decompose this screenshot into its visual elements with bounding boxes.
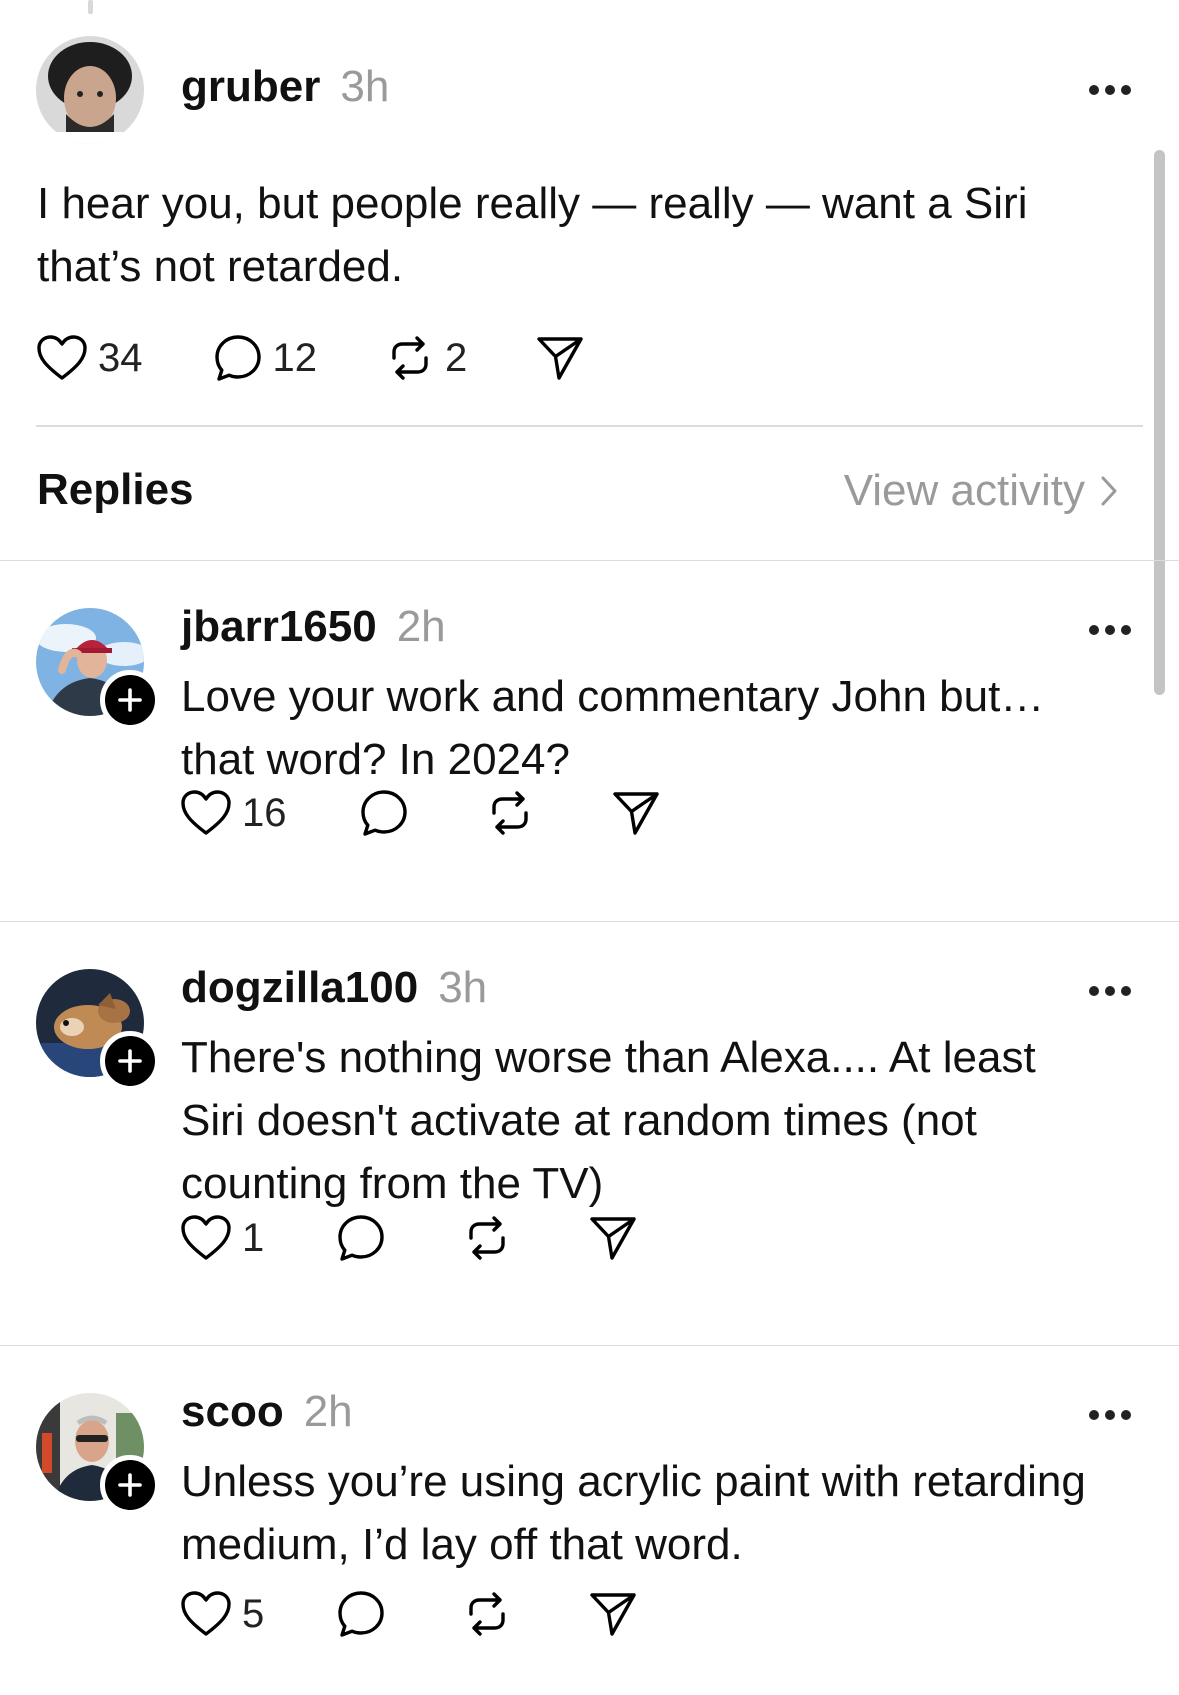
heart-icon [181, 790, 231, 835]
more-dots-icon[interactable] [1089, 624, 1131, 636]
username[interactable]: dogzilla100 [181, 963, 418, 1013]
reply-body: Love your work and commentary John but… … [181, 665, 1044, 791]
avatar-gruber[interactable] [36, 36, 144, 144]
avatar-image [36, 36, 144, 144]
reply-meta: scoo 2h [181, 1387, 353, 1437]
heart-icon [37, 335, 87, 380]
post-body: I hear you, but people really — really —… [37, 172, 1027, 298]
reply-item: dogzilla100 3h There's nothing worse tha… [0, 921, 1179, 1346]
reply-item: jbarr1650 2h Love your work and commenta… [0, 560, 1179, 922]
comment-button[interactable]: 12 [213, 333, 318, 383]
repost-count: 2 [445, 335, 468, 380]
repost-button[interactable]: 2 [385, 333, 467, 383]
repost-button[interactable] [485, 788, 535, 838]
username[interactable]: jbarr1650 [181, 602, 377, 652]
reply-actions: 5 [180, 1589, 638, 1639]
divider [36, 425, 1143, 427]
repost-icon [469, 1592, 505, 1636]
repost-icon [469, 1216, 505, 1260]
heart-icon [181, 1215, 231, 1260]
share-button[interactable] [588, 1589, 638, 1639]
reply-actions: 1 [180, 1213, 638, 1263]
repost-icon [392, 336, 428, 380]
post-meta: gruber 3h [181, 62, 389, 112]
like-button[interactable]: 16 [180, 789, 287, 837]
like-count: 34 [98, 335, 143, 380]
reply-text-line: counting from the TV) [181, 1159, 604, 1208]
share-button[interactable] [588, 1213, 638, 1263]
like-button[interactable]: 5 [180, 1590, 264, 1638]
share-send-icon [612, 792, 659, 835]
follow-button[interactable] [100, 670, 160, 730]
reply-body: There's nothing worse than Alexa.... At … [181, 1026, 1036, 1215]
post-actions: 34 12 2 [36, 333, 585, 383]
share-send-icon [537, 337, 583, 380]
like-button[interactable]: 34 [36, 334, 143, 382]
timestamp: 2h [303, 1387, 353, 1436]
more-dots-icon[interactable] [1089, 1409, 1131, 1421]
more-dots-icon[interactable] [1089, 985, 1131, 997]
follow-button[interactable] [100, 1455, 160, 1515]
share-button[interactable] [535, 333, 585, 383]
plus-icon [118, 688, 142, 712]
timestamp: 3h [340, 62, 390, 111]
plus-icon [118, 1049, 142, 1073]
comment-bubble-icon [214, 335, 261, 381]
username[interactable]: gruber [181, 62, 320, 112]
timestamp: 3h [438, 963, 488, 1012]
comment-button[interactable] [336, 1213, 386, 1263]
like-count: 5 [242, 1591, 265, 1636]
heart-icon [181, 1591, 231, 1636]
username[interactable]: scoo [181, 1387, 284, 1437]
plus-icon [118, 1473, 142, 1497]
comment-button[interactable] [359, 788, 409, 838]
follow-button[interactable] [100, 1031, 160, 1091]
view-activity-label: View activity [843, 466, 1085, 515]
more-dots-icon[interactable] [1089, 84, 1131, 96]
reply-text-line: Love your work and commentary John but… [181, 672, 1045, 721]
reply-text-line: that word? In 2024? [181, 735, 570, 784]
share-send-icon [590, 1217, 636, 1260]
repost-icon [491, 791, 528, 835]
like-count: 1 [242, 1215, 265, 1260]
share-send-icon [590, 1593, 636, 1636]
reply-meta: dogzilla100 3h [181, 963, 487, 1013]
reply-text-line: Unless you’re using acrylic paint with r… [181, 1457, 1086, 1506]
comment-bubble-icon [338, 1215, 384, 1261]
reply-body: Unless you’re using acrylic paint with r… [181, 1450, 1086, 1576]
comment-button[interactable] [336, 1589, 386, 1639]
chevron-right-icon [1101, 476, 1117, 506]
like-count: 16 [242, 790, 287, 835]
share-button[interactable] [611, 788, 661, 838]
reply-text-line: There's nothing worse than Alexa.... At … [181, 1033, 1036, 1082]
repost-button[interactable] [462, 1213, 512, 1263]
timestamp: 2h [396, 602, 446, 651]
replies-header: Replies [37, 465, 194, 514]
comment-bubble-icon [338, 1591, 384, 1637]
repost-button[interactable] [462, 1589, 512, 1639]
comment-count: 12 [272, 335, 318, 380]
comment-bubble-icon [360, 790, 407, 836]
main-post: gruber 3h I hear you, but people really … [0, 0, 1179, 561]
reply-meta: jbarr1650 2h [181, 602, 446, 652]
reply-text-line: Siri doesn't activate at random times (n… [181, 1096, 977, 1145]
reply-item: scoo 2h Unless you’re using acrylic pain… [0, 1345, 1179, 1695]
view-activity-link[interactable]: View activity [844, 466, 1119, 516]
post-text-line: that’s not retarded. [37, 242, 404, 291]
like-button[interactable]: 1 [180, 1214, 264, 1262]
reply-text-line: medium, I’d lay off that word. [181, 1520, 743, 1569]
post-text-line: I hear you, but people really — really —… [37, 179, 1028, 228]
reply-actions: 16 [180, 788, 661, 838]
